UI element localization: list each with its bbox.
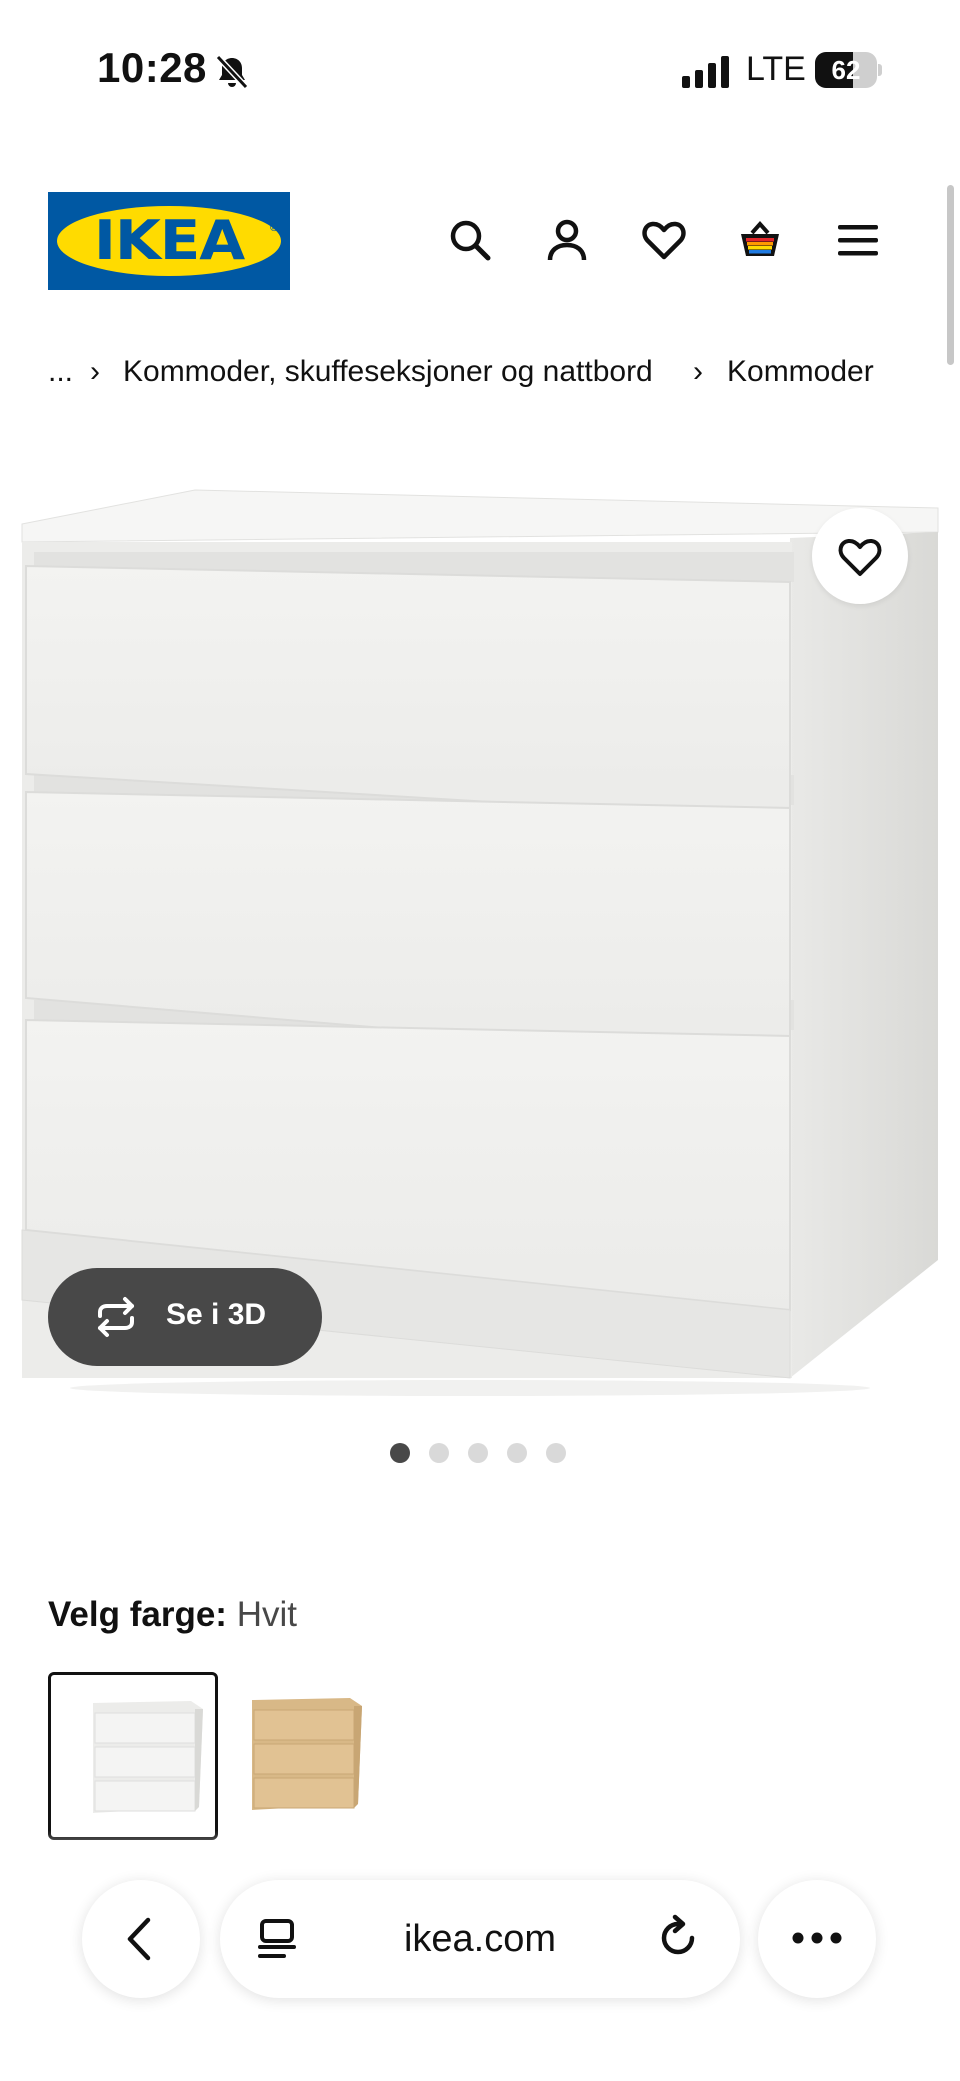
color-selector-label: Velg farge: Hvit xyxy=(48,1595,297,1635)
status-bar: 10:28 LTE 62 xyxy=(0,0,960,140)
status-time: 10:28 xyxy=(97,44,207,91)
view-3d-button[interactable]: Se i 3D xyxy=(48,1268,322,1366)
search-icon[interactable] xyxy=(446,216,494,264)
breadcrumb: ... › Kommoder, skuffeseksjoner og nattb… xyxy=(48,355,928,399)
signal-icon xyxy=(682,56,729,88)
account-icon[interactable] xyxy=(543,216,591,264)
network-type: LTE xyxy=(746,50,806,88)
breadcrumb-item[interactable]: Kommoder, skuffeseksjoner og nattbord xyxy=(123,355,653,389)
site-header: IKEA ® xyxy=(0,190,960,300)
chevron-right-icon: › xyxy=(90,355,100,388)
carousel-dot[interactable] xyxy=(390,1443,410,1463)
rotate-3d-icon xyxy=(98,1297,134,1337)
view-3d-label: Se i 3D xyxy=(166,1298,267,1331)
reload-icon[interactable] xyxy=(656,1914,702,1964)
battery-level: 62 xyxy=(831,55,861,85)
carousel-dot[interactable] xyxy=(429,1443,449,1463)
menu-icon[interactable] xyxy=(834,216,882,264)
battery-icon: 62 xyxy=(815,52,882,88)
cart-icon[interactable] xyxy=(736,216,784,264)
color-swatch-white[interactable] xyxy=(48,1672,218,1840)
carousel-dot[interactable] xyxy=(507,1443,527,1463)
bell-muted-icon xyxy=(215,54,249,90)
more-options-button[interactable] xyxy=(758,1880,876,1998)
chevron-right-icon: › xyxy=(693,355,703,388)
heart-icon xyxy=(838,538,882,576)
breadcrumb-item[interactable]: Kommoder xyxy=(727,355,874,389)
carousel-dot[interactable] xyxy=(468,1443,488,1463)
address-bar[interactable]: ikea.com xyxy=(220,1880,740,1998)
product-image[interactable] xyxy=(0,470,960,1400)
color-value: Hvit xyxy=(236,1595,297,1634)
breadcrumb-ellipsis[interactable]: ... xyxy=(48,355,73,389)
browser-toolbar: ikea.com xyxy=(0,1830,960,2081)
image-carousel-dots xyxy=(390,1443,570,1465)
carousel-dot[interactable] xyxy=(546,1443,566,1463)
back-button[interactable] xyxy=(82,1880,200,1998)
more-icon xyxy=(792,1932,842,1944)
color-label: Velg farge: xyxy=(48,1595,227,1634)
chevron-left-icon xyxy=(127,1917,151,1961)
favorite-button[interactable] xyxy=(812,508,908,604)
logo-text: IKEA xyxy=(93,209,245,272)
ikea-logo[interactable]: IKEA ® xyxy=(48,192,290,290)
heart-icon[interactable] xyxy=(640,216,688,264)
page-scrollbar[interactable] xyxy=(947,185,954,365)
color-swatch-oak[interactable] xyxy=(228,1672,398,1840)
